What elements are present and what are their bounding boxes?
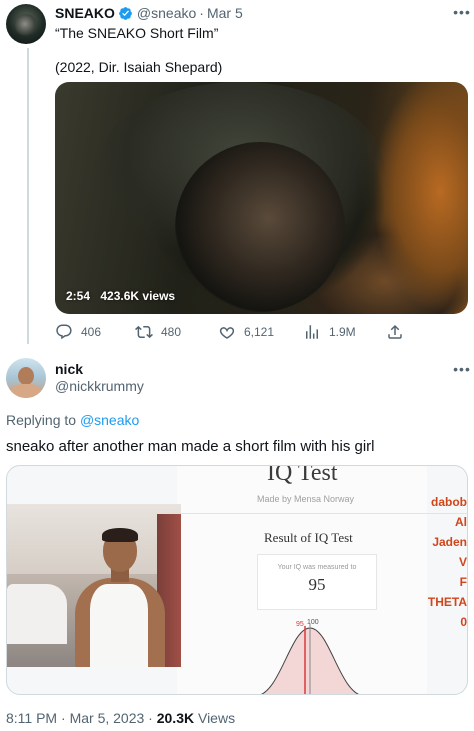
handle-nick[interactable]: @nickkrummy xyxy=(55,378,144,394)
tweet-view-count: 20.3K xyxy=(156,710,195,726)
side-text-line: dabob xyxy=(431,495,467,509)
iq-divider xyxy=(177,513,467,514)
iq-subtitle: Made by Mensa Norway xyxy=(257,494,355,504)
like-count: 6,121 xyxy=(244,325,275,339)
video-player[interactable]: 2:54 423.6K views xyxy=(55,82,468,314)
display-name-nick[interactable]: nick xyxy=(55,361,83,377)
reply-button[interactable]: 406 xyxy=(55,323,101,341)
tweet-date[interactable]: Mar 5 xyxy=(207,5,243,21)
header-separator: · xyxy=(199,5,204,21)
tweet-time[interactable]: 8:11 PM xyxy=(6,710,57,726)
tweet-footer: 8:11 PM · Mar 5, 2023 · 20.3K Views xyxy=(6,709,235,727)
tweet-credit-text: (2022, Dir. Isaiah Shepard) xyxy=(55,59,223,75)
views-icon xyxy=(306,325,318,339)
thread-connector-line xyxy=(27,48,29,344)
video-views: 423.6K views xyxy=(100,289,176,303)
iq-result-heading: Result of IQ Test xyxy=(264,530,353,545)
avatar-nick[interactable] xyxy=(6,358,46,398)
cam-bed xyxy=(7,584,67,644)
side-text-line: F xyxy=(459,575,467,589)
replying-to-link[interactable]: @sneako xyxy=(80,412,139,428)
bell-curve-graphic: 95 100 xyxy=(261,619,359,694)
side-text-line: V xyxy=(458,555,467,569)
video-meta: 2:54 423.6K views xyxy=(66,289,175,303)
webcam-overlay xyxy=(7,504,181,667)
replying-prefix: Replying to xyxy=(6,412,77,428)
share-icon xyxy=(388,324,402,339)
iq-score-box: Your IQ was measured to 95 xyxy=(257,554,377,610)
retweet-icon xyxy=(135,325,153,339)
more-icon: ••• xyxy=(453,361,471,377)
cam-person-tanktop xyxy=(90,584,148,667)
cam-person-hair xyxy=(102,528,138,542)
more-options-button-nick[interactable]: ••• xyxy=(452,359,472,379)
tweet-header-sneako: SNEAKO @sneako · Mar 5 xyxy=(55,5,243,21)
share-button[interactable] xyxy=(386,323,412,341)
iq-test-page: IQ Test Made by Mensa Norway Result of I… xyxy=(177,465,467,694)
verified-badge-icon xyxy=(119,6,132,20)
avatar-sneako[interactable] xyxy=(6,4,46,44)
views-button[interactable]: 1.9M xyxy=(303,323,356,341)
display-name[interactable]: SNEAKO xyxy=(55,5,115,21)
side-chat-text: dabob Al Jaden V F THETA 0 xyxy=(427,492,467,632)
bell-marker-mean: 100 xyxy=(307,619,319,626)
iq-score: 95 xyxy=(308,575,326,594)
side-text-line: Jaden xyxy=(432,535,467,549)
like-button[interactable]: 6,121 xyxy=(218,323,274,341)
replying-to-line: Replying to @sneako xyxy=(6,411,139,429)
side-text-line: THETA xyxy=(427,595,467,609)
more-options-button[interactable]: ••• xyxy=(452,2,472,22)
footer-separator: · xyxy=(148,710,157,726)
retweet-count: 480 xyxy=(161,325,182,339)
video-frame-face xyxy=(175,142,345,312)
side-text-line: 0 xyxy=(460,615,467,629)
like-icon xyxy=(219,327,235,339)
video-duration: 2:54 xyxy=(66,289,91,303)
tweet-actions-bar: 406 480 6,121 1.9M xyxy=(55,322,468,342)
footer-separator: · xyxy=(61,710,70,726)
cam-wall xyxy=(7,504,181,574)
more-icon: ••• xyxy=(453,4,471,20)
reply-count: 406 xyxy=(81,325,102,339)
tweet-text-nick: sneako after another man made a short fi… xyxy=(6,438,375,455)
tweet-text: “The SNEAKO Short Film” xyxy=(55,25,219,41)
bell-marker-score: 95 xyxy=(296,621,304,628)
iq-measured-text: Your IQ was measured to xyxy=(277,564,357,571)
side-text-line: Al xyxy=(455,515,467,529)
views-count: 1.9M xyxy=(329,325,356,339)
tweet-full-date[interactable]: Mar 5, 2023 xyxy=(70,710,145,726)
retweet-button[interactable]: 480 xyxy=(135,323,181,341)
reply-icon xyxy=(56,324,72,340)
handle[interactable]: @sneako xyxy=(137,5,196,21)
iq-title: IQ Test xyxy=(267,465,338,486)
tweet-image[interactable]: IQ Test Made by Mensa Norway Result of I… xyxy=(6,465,468,695)
tweet-views-label: Views xyxy=(197,710,236,726)
